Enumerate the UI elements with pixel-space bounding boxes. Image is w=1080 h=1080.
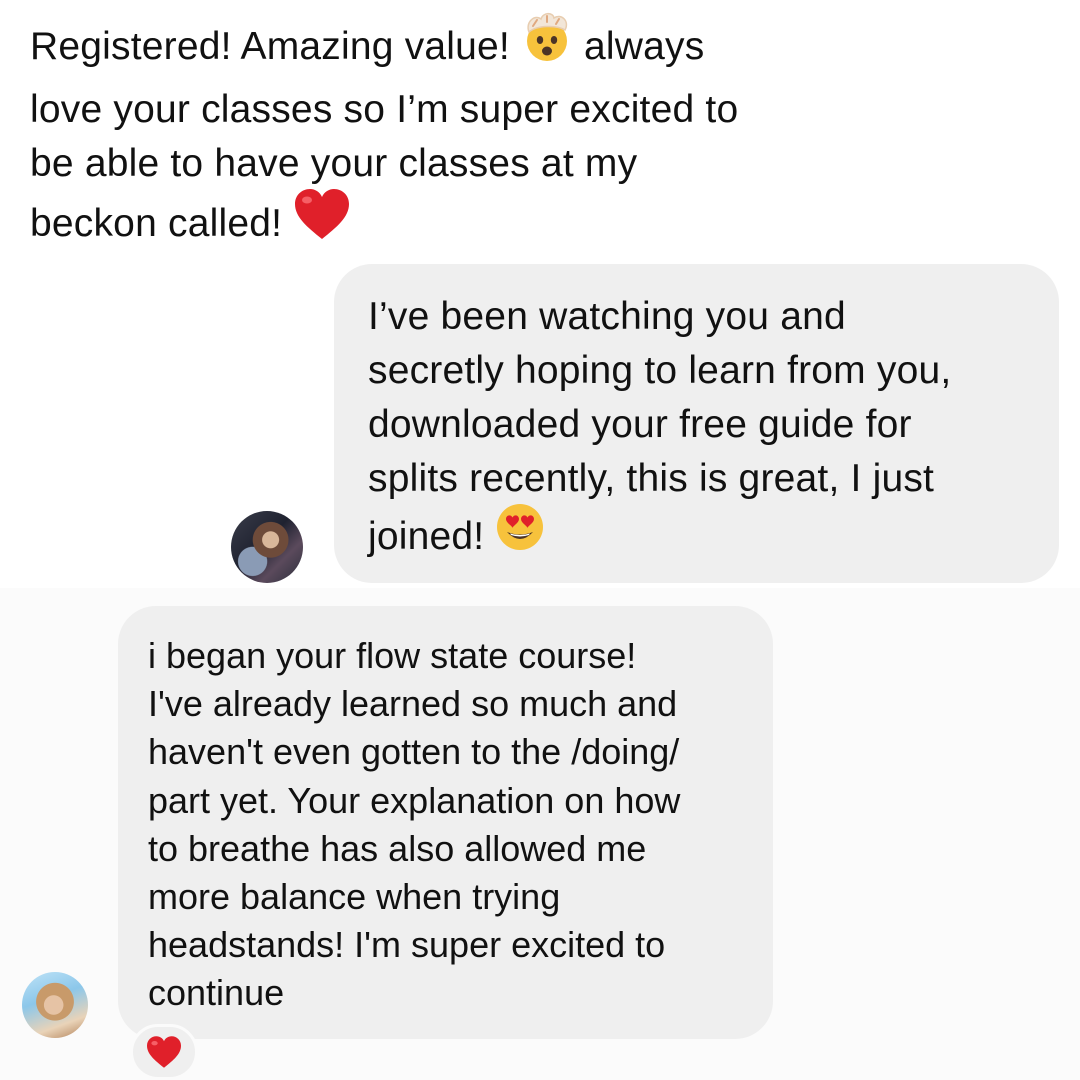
red-heart-icon	[147, 1036, 181, 1068]
message-1-text: Registered! Amazing value! always love y…	[30, 12, 930, 260]
heart-reaction[interactable]	[130, 1024, 198, 1080]
message-2-body: I’ve been watching you and secretly hopi…	[368, 295, 952, 558]
heart-eyes-emoji-icon	[495, 502, 545, 567]
message-2-text: I’ve been watching you and secretly hopi…	[368, 290, 1038, 571]
message-bubble-3[interactable]: i began your flow state course! I've alr…	[118, 606, 773, 1039]
message-3-text: i began your flow state course! I've alr…	[148, 635, 681, 1014]
exploding-head-emoji-icon	[521, 10, 573, 79]
message-1-part-1: Registered! Amazing value!	[30, 24, 521, 68]
red-heart-icon	[293, 187, 351, 256]
sender-avatar-2[interactable]	[22, 972, 88, 1038]
message-bubble-2[interactable]: I’ve been watching you and secretly hopi…	[334, 264, 1059, 583]
sender-avatar[interactable]	[231, 511, 303, 583]
